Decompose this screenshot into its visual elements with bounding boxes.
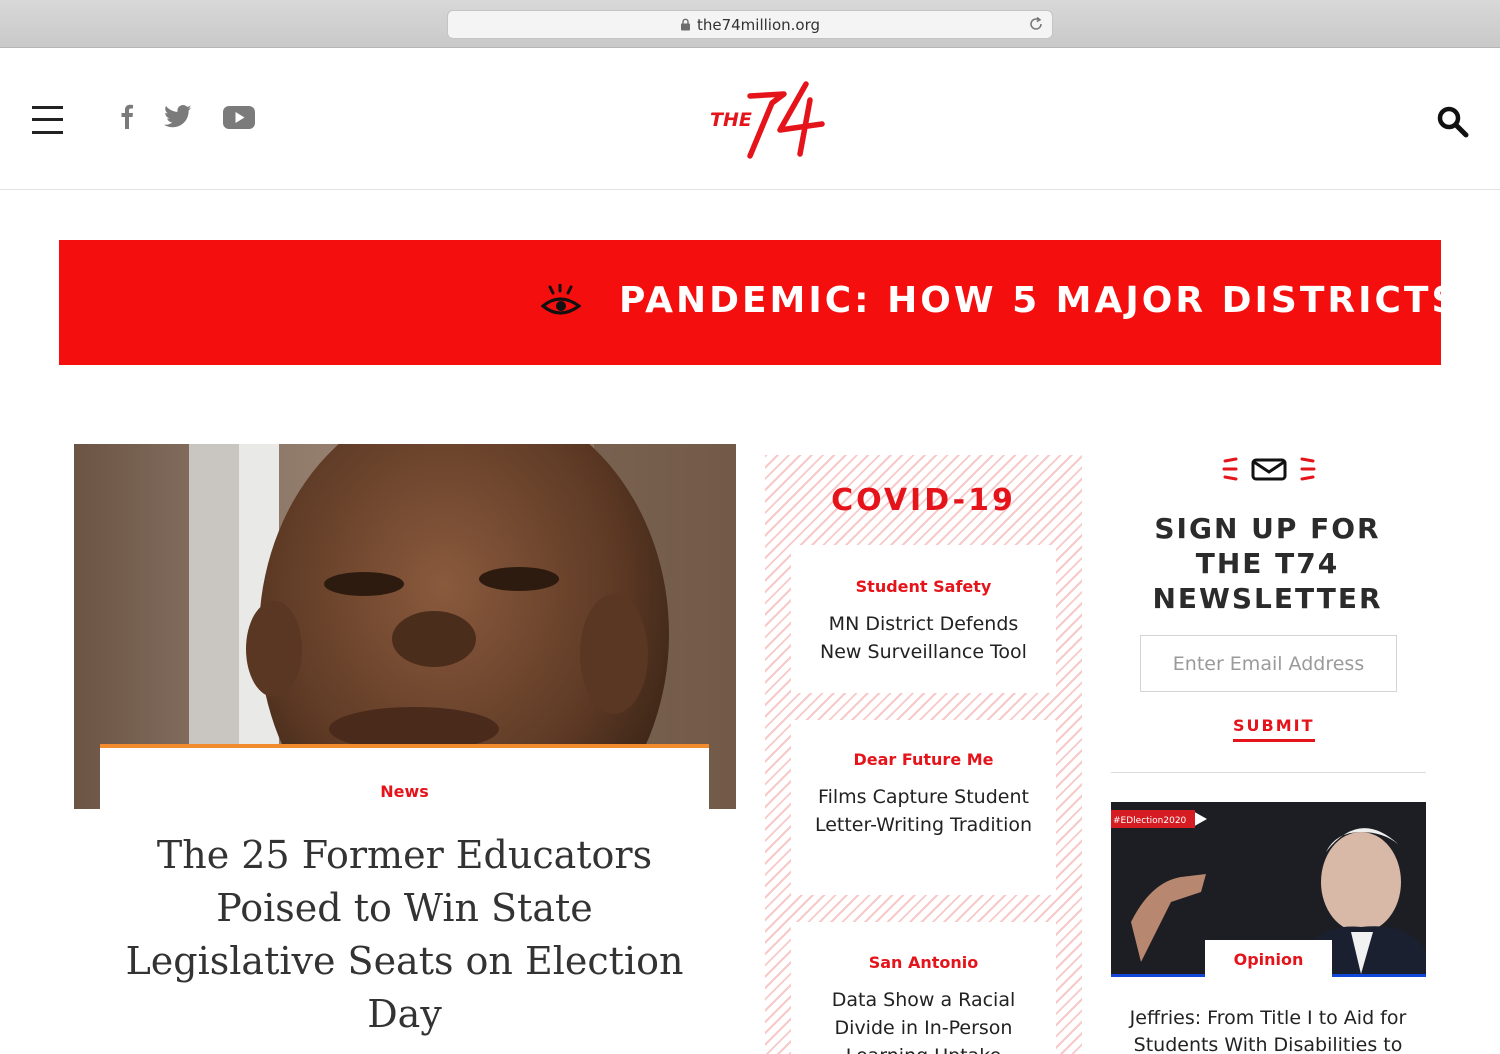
feature-title[interactable]: The 25 Former Educators Poised to Win St…: [125, 829, 685, 1041]
url-text: the74million.org: [696, 15, 821, 34]
story-title[interactable]: Films Capture Student Letter-Writing Tra…: [809, 783, 1039, 839]
search-icon[interactable]: [1436, 105, 1470, 139]
banner-headline[interactable]: PANDEMIC: HOW 5 MAJOR DISTRICTS ARE: [619, 280, 1441, 321]
covid-section: COVID-19 Student Safety MN District Defe…: [765, 455, 1082, 1054]
youtube-icon[interactable]: [223, 106, 255, 134]
submit-button[interactable]: SUBMIT: [1233, 716, 1315, 742]
opinion-image-caption: #EDlection2020: [1113, 816, 1187, 826]
reload-icon[interactable]: [1028, 16, 1044, 37]
browser-chrome: the74million.org: [0, 0, 1500, 48]
facebook-icon[interactable]: [120, 103, 134, 134]
site-logo[interactable]: THE: [706, 78, 831, 163]
covid-story-card[interactable]: Dear Future Me Films Capture Student Let…: [791, 720, 1056, 895]
site-header: THE: [0, 48, 1500, 190]
story-title[interactable]: Data Show a Racial Divide in In-Person L…: [809, 986, 1039, 1054]
story-category[interactable]: Student Safety: [791, 577, 1056, 596]
address-bar[interactable]: the74million.org: [447, 10, 1053, 39]
eye-icon: [540, 283, 582, 327]
lock-icon: [680, 18, 691, 31]
newsletter-heading: SIGN UP FOR THE T74 NEWSLETTER: [1152, 512, 1383, 615]
opinion-badge[interactable]: Opinion: [1205, 940, 1332, 977]
svg-text:THE: THE: [710, 109, 752, 131]
covid-story-card[interactable]: Student Safety MN District Defends New S…: [791, 545, 1056, 693]
story-category[interactable]: San Antonio: [791, 953, 1056, 972]
story-category[interactable]: Dear Future Me: [791, 750, 1056, 769]
covid-story-card[interactable]: San Antonio Data Show a Racial Divide in…: [791, 922, 1056, 1054]
twitter-icon[interactable]: [164, 105, 192, 133]
feature-card[interactable]: News The 25 Former Educators Poised to W…: [100, 744, 709, 1054]
email-field[interactable]: [1140, 635, 1397, 692]
covid-heading[interactable]: COVID-19: [765, 483, 1082, 518]
opinion-title[interactable]: Jeffries: From Title I to Aid for Studen…: [1118, 1005, 1418, 1054]
story-title[interactable]: MN District Defends New Surveillance Too…: [809, 610, 1039, 666]
feature-category[interactable]: News: [100, 782, 709, 801]
news-ticker-banner[interactable]: PANDEMIC: HOW 5 MAJOR DISTRICTS ARE: [59, 240, 1441, 365]
hamburger-icon[interactable]: [32, 103, 63, 135]
divider: [1111, 772, 1426, 773]
envelope-icon: [1222, 453, 1316, 490]
